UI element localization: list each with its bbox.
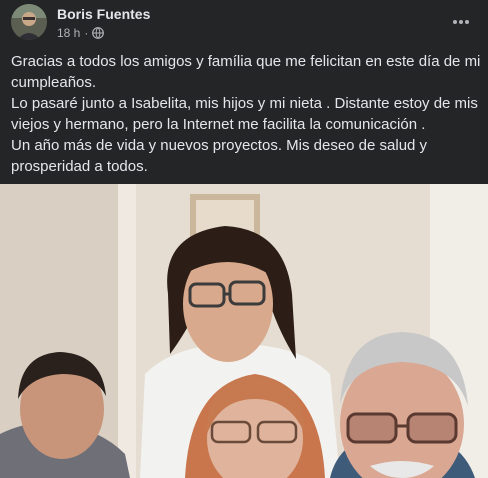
globe-icon[interactable]	[92, 27, 105, 39]
post-text-line: prosperidad a todos.	[11, 158, 148, 175]
more-horizontal-icon[interactable]	[448, 9, 474, 35]
avatar[interactable]	[11, 4, 47, 40]
author-name[interactable]: Boris Fuentes	[57, 6, 150, 22]
facebook-post: Boris Fuentes 18 h · Gracias a todos los…	[0, 0, 488, 478]
family-photo	[0, 184, 488, 478]
post-text-line: viejos y hermano, pero la Internet me fa…	[11, 116, 426, 133]
meta-separator: ·	[84, 26, 89, 40]
post-time[interactable]: 18 h	[57, 26, 80, 40]
avatar-image	[11, 4, 47, 40]
post-text-line: cumpleaños.	[11, 74, 97, 91]
post-text-line: Un año más de vida y nuevos proyectos. M…	[11, 137, 428, 154]
post-photo[interactable]	[0, 184, 488, 478]
post-text-line: Gracias a todos los amigos y família que…	[11, 53, 481, 70]
post-text: Gracias a todos los amigos y família que…	[11, 51, 481, 177]
post-meta: 18 h ·	[57, 26, 105, 40]
post-header: Boris Fuentes 18 h ·	[0, 0, 488, 46]
post-text-line: Lo pasaré junto a Isabelita, mis hijos y…	[11, 95, 478, 112]
